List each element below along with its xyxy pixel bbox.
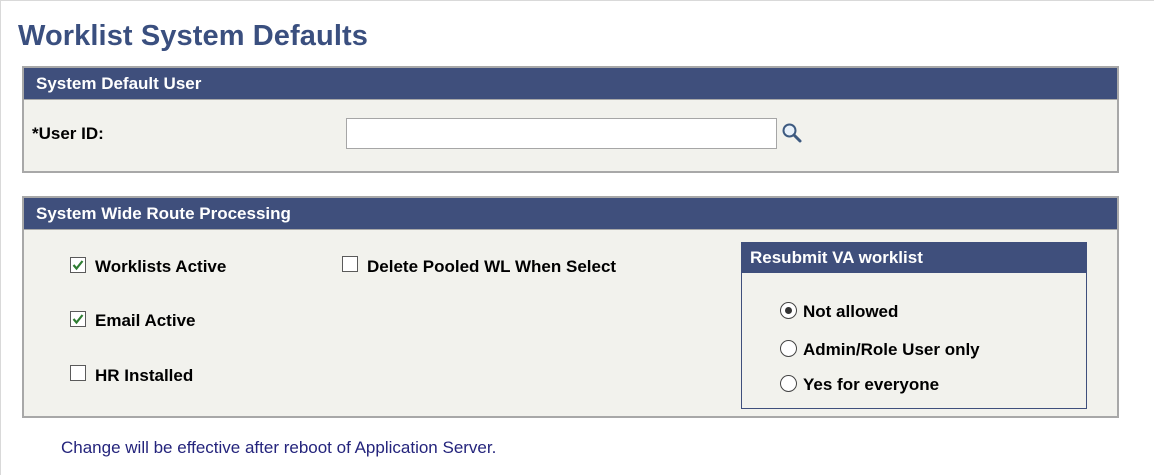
email-active-label: Email Active [95,311,196,330]
system-default-user-header: System Default User [24,68,1117,100]
worklists-active-checkbox[interactable] [70,257,86,273]
reboot-notice: Change will be effective after reboot of… [61,438,497,457]
radio-admin-role-user-only[interactable] [780,340,797,357]
radio-selected-dot [785,307,792,314]
yes-for-everyone-label: Yes for everyone [803,375,940,394]
resubmit-va-worklist-header: Resubmit VA worklist [742,243,1086,273]
hr-installed-checkbox[interactable] [70,365,86,381]
page-frame-top-border [0,0,1154,1]
route-processing-group: System Wide Route Processing Worklists A… [22,196,1119,418]
checkmark-icon [72,260,84,271]
user-id-label: *User ID: [32,124,104,143]
user-id-input[interactable] [346,118,777,149]
radio-yes-for-everyone[interactable] [780,375,797,392]
worklists-active-label: Worklists Active [95,257,227,276]
not-allowed-label: Not allowed [803,302,899,321]
radio-not-allowed[interactable] [780,302,797,319]
admin-role-user-only-label: Admin/Role User only [803,340,980,359]
resubmit-va-worklist-group: Resubmit VA worklist Not allowed Admin/R… [741,242,1087,409]
page-frame-left-border [0,0,1,475]
email-active-checkbox[interactable] [70,311,86,327]
system-default-user-group: System Default User *User ID: [22,66,1119,173]
delete-pooled-wl-label: Delete Pooled WL When Select [367,257,617,276]
page-title: Worklist System Defaults [18,20,368,52]
delete-pooled-wl-checkbox[interactable] [342,256,358,272]
route-processing-header: System Wide Route Processing [24,198,1117,230]
magnifier-icon[interactable] [781,122,803,144]
hr-installed-label: HR Installed [95,366,194,385]
checkmark-icon [72,314,84,325]
